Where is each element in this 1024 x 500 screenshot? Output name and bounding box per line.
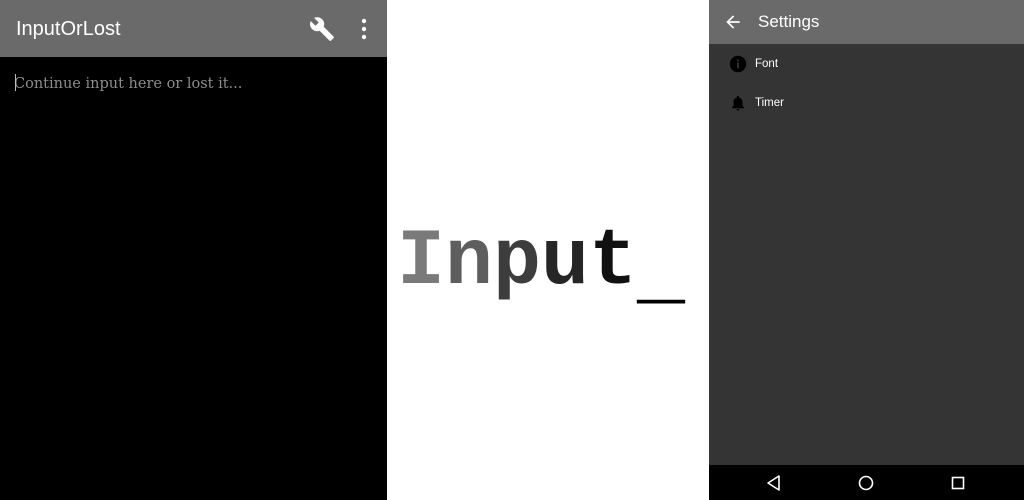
arrow-back-icon[interactable] bbox=[723, 12, 743, 32]
back-triangle-icon[interactable] bbox=[765, 474, 783, 492]
logo-letter: t bbox=[589, 217, 637, 308]
setting-item-font[interactable]: Font bbox=[709, 45, 1024, 83]
editor-screen: InputOrLost bbox=[0, 0, 387, 500]
settings-screen: Settings Font Timer bbox=[709, 0, 1024, 500]
logo-panel: I n p u t _ bbox=[387, 0, 709, 500]
setting-label: Font bbox=[755, 58, 779, 70]
app-logo: I n p u t _ bbox=[397, 217, 686, 315]
settings-app-bar: Settings bbox=[709, 0, 1024, 44]
info-icon bbox=[729, 55, 747, 73]
logo-underscore: _ bbox=[636, 229, 686, 315]
app-bar: InputOrLost bbox=[0, 0, 387, 57]
recents-square-icon[interactable] bbox=[949, 474, 967, 492]
bell-icon bbox=[732, 95, 744, 111]
screenshot-collage: InputOrLost I n p u t _ bbox=[0, 0, 1024, 500]
wrench-icon[interactable] bbox=[309, 16, 335, 42]
text-cursor bbox=[15, 74, 16, 91]
logo-letter: u bbox=[541, 217, 589, 308]
home-circle-icon[interactable] bbox=[857, 474, 875, 492]
setting-item-timer[interactable]: Timer bbox=[709, 84, 1024, 122]
setting-label: Timer bbox=[755, 97, 784, 109]
more-vert-icon[interactable] bbox=[354, 16, 374, 42]
logo-letter: n bbox=[445, 217, 493, 308]
text-input[interactable] bbox=[14, 72, 374, 96]
logo-letter: I bbox=[397, 217, 445, 308]
app-title: InputOrLost bbox=[16, 18, 121, 40]
system-nav-bar bbox=[709, 465, 1024, 500]
logo-letter: p bbox=[493, 217, 541, 308]
settings-title: Settings bbox=[758, 12, 820, 31]
